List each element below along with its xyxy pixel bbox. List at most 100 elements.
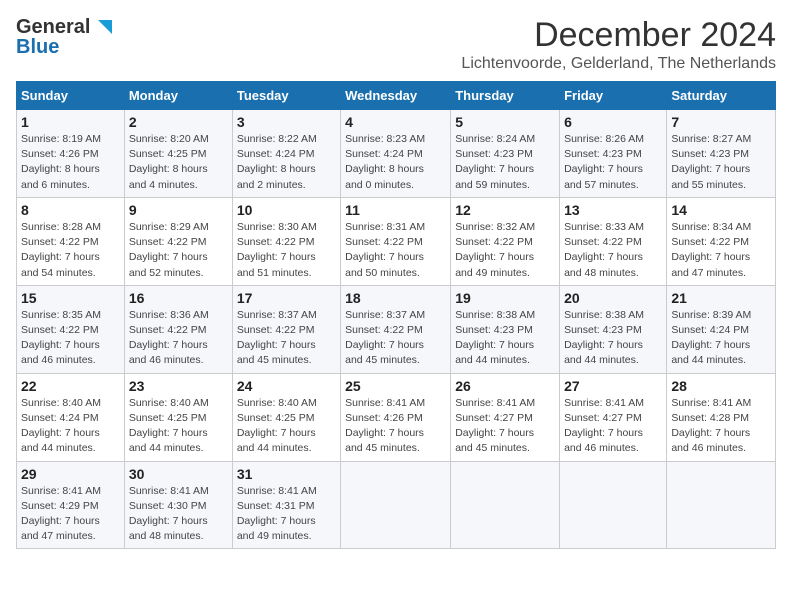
- day-detail: Sunrise: 8:36 AMSunset: 4:22 PMDaylight:…: [129, 308, 228, 369]
- calendar-week-row: 15 Sunrise: 8:35 AMSunset: 4:22 PMDayligh…: [17, 285, 776, 373]
- calendar-cell: 15 Sunrise: 8:35 AMSunset: 4:22 PMDayligh…: [17, 285, 125, 373]
- day-detail: Sunrise: 8:35 AMSunset: 4:22 PMDaylight:…: [21, 308, 120, 369]
- day-detail: Sunrise: 8:30 AMSunset: 4:22 PMDaylight:…: [237, 220, 336, 281]
- day-number: 27: [564, 378, 662, 394]
- day-number: 18: [345, 290, 446, 306]
- day-detail: Sunrise: 8:31 AMSunset: 4:22 PMDaylight:…: [345, 220, 446, 281]
- day-number: 2: [129, 114, 228, 130]
- day-header-friday: Friday: [560, 82, 667, 110]
- calendar-cell: 11 Sunrise: 8:31 AMSunset: 4:22 PMDayligh…: [341, 197, 451, 285]
- calendar-cell: 7 Sunrise: 8:27 AMSunset: 4:23 PMDaylight…: [667, 110, 776, 198]
- day-number: 19: [455, 290, 555, 306]
- calendar-cell: 17Sunrise: 8:37 AMSunset: 4:22 PMDayligh…: [232, 285, 340, 373]
- day-number: 16: [129, 290, 228, 306]
- day-number: 17: [237, 290, 336, 306]
- calendar-cell: 10 Sunrise: 8:30 AMSunset: 4:22 PMDayligh…: [232, 197, 340, 285]
- calendar-cell: 3Sunrise: 8:22 AMSunset: 4:24 PMDaylight…: [232, 110, 340, 198]
- calendar-cell: 20Sunrise: 8:38 AMSunset: 4:23 PMDayligh…: [560, 285, 667, 373]
- day-number: 11: [345, 202, 446, 218]
- day-detail: Sunrise: 8:23 AMSunset: 4:24 PMDaylight:…: [345, 132, 446, 193]
- logo-blue-text: Blue: [16, 36, 59, 59]
- day-number: 5: [455, 114, 555, 130]
- page-title: December 2024: [461, 16, 776, 55]
- day-detail: Sunrise: 8:37 AMSunset: 4:22 PMDaylight:…: [345, 308, 446, 369]
- day-detail: Sunrise: 8:39 AMSunset: 4:24 PMDaylight:…: [671, 308, 771, 369]
- calendar-cell: 27Sunrise: 8:41 AMSunset: 4:27 PMDayligh…: [560, 373, 667, 461]
- day-number: 10: [237, 202, 336, 218]
- calendar-cell: 26 Sunrise: 8:41 AMSunset: 4:27 PMDayligh…: [451, 373, 560, 461]
- day-number: 30: [129, 466, 228, 482]
- day-detail: Sunrise: 8:24 AMSunset: 4:23 PMDaylight:…: [455, 132, 555, 193]
- day-detail: Sunrise: 8:26 AMSunset: 4:23 PMDaylight:…: [564, 132, 662, 193]
- calendar-cell: 29 Sunrise: 8:41 AMSunset: 4:29 PMDayligh…: [17, 461, 125, 549]
- calendar-cell: 13 Sunrise: 8:33 AMSunset: 4:22 PMDayligh…: [560, 197, 667, 285]
- day-detail: Sunrise: 8:29 AMSunset: 4:22 PMDaylight:…: [129, 220, 228, 281]
- calendar-cell: 1 Sunrise: 8:19 AMSunset: 4:26 PMDaylight…: [17, 110, 125, 198]
- calendar-cell: 28 Sunrise: 8:41 AMSunset: 4:28 PMDayligh…: [667, 373, 776, 461]
- day-number: 20: [564, 290, 662, 306]
- day-number: 12: [455, 202, 555, 218]
- calendar-cell: [341, 461, 451, 549]
- day-detail: Sunrise: 8:20 AMSunset: 4:25 PMDaylight:…: [129, 132, 228, 193]
- calendar-cell: 22 Sunrise: 8:40 AMSunset: 4:24 PMDayligh…: [17, 373, 125, 461]
- day-number: 29: [21, 466, 120, 482]
- day-header-saturday: Saturday: [667, 82, 776, 110]
- day-number: 24: [237, 378, 336, 394]
- day-number: 15: [21, 290, 120, 306]
- day-detail: Sunrise: 8:41 AMSunset: 4:30 PMDaylight:…: [129, 484, 228, 545]
- day-header-thursday: Thursday: [451, 82, 560, 110]
- calendar-cell: 19 Sunrise: 8:38 AMSunset: 4:23 PMDayligh…: [451, 285, 560, 373]
- day-number: 23: [129, 378, 228, 394]
- title-area: December 2024 Lichtenvoorde, Gelderland,…: [461, 16, 776, 73]
- day-detail: Sunrise: 8:28 AMSunset: 4:22 PMDaylight:…: [21, 220, 120, 281]
- calendar-cell: 9Sunrise: 8:29 AMSunset: 4:22 PMDaylight…: [124, 197, 232, 285]
- day-number: 13: [564, 202, 662, 218]
- day-number: 4: [345, 114, 446, 130]
- day-header-sunday: Sunday: [17, 82, 125, 110]
- day-detail: Sunrise: 8:41 AMSunset: 4:28 PMDaylight:…: [671, 396, 771, 457]
- day-header-tuesday: Tuesday: [232, 82, 340, 110]
- day-number: 28: [671, 378, 771, 394]
- calendar-cell: 6Sunrise: 8:26 AMSunset: 4:23 PMDaylight…: [560, 110, 667, 198]
- calendar-body: 1 Sunrise: 8:19 AMSunset: 4:26 PMDaylight…: [17, 110, 776, 549]
- calendar-cell: 5 Sunrise: 8:24 AMSunset: 4:23 PMDaylight…: [451, 110, 560, 198]
- day-detail: Sunrise: 8:40 AMSunset: 4:24 PMDaylight:…: [21, 396, 120, 457]
- day-number: 22: [21, 378, 120, 394]
- calendar-cell: 4 Sunrise: 8:23 AMSunset: 4:24 PMDaylight…: [341, 110, 451, 198]
- calendar-cell: 12Sunrise: 8:32 AMSunset: 4:22 PMDayligh…: [451, 197, 560, 285]
- calendar-cell: 18 Sunrise: 8:37 AMSunset: 4:22 PMDayligh…: [341, 285, 451, 373]
- logo-text: General: [16, 17, 90, 37]
- calendar-cell: 2 Sunrise: 8:20 AMSunset: 4:25 PMDaylight…: [124, 110, 232, 198]
- day-number: 26: [455, 378, 555, 394]
- day-number: 31: [237, 466, 336, 482]
- calendar-cell: 21 Sunrise: 8:39 AMSunset: 4:24 PMDayligh…: [667, 285, 776, 373]
- calendar-table: SundayMondayTuesdayWednesdayThursdayFrid…: [16, 81, 776, 549]
- day-number: 14: [671, 202, 771, 218]
- day-number: 7: [671, 114, 771, 130]
- page-subtitle: Lichtenvoorde, Gelderland, The Netherlan…: [461, 55, 776, 73]
- day-detail: Sunrise: 8:19 AMSunset: 4:26 PMDaylight:…: [21, 132, 120, 193]
- day-detail: Sunrise: 8:40 AMSunset: 4:25 PMDaylight:…: [237, 396, 336, 457]
- calendar-cell: 31 Sunrise: 8:41 AMSunset: 4:31 PMDayligh…: [232, 461, 340, 549]
- day-detail: Sunrise: 8:27 AMSunset: 4:23 PMDaylight:…: [671, 132, 771, 193]
- calendar-header-row: SundayMondayTuesdayWednesdayThursdayFrid…: [17, 82, 776, 110]
- logo: General Blue: [16, 16, 106, 59]
- day-detail: Sunrise: 8:41 AMSunset: 4:27 PMDaylight:…: [455, 396, 555, 457]
- day-number: 21: [671, 290, 771, 306]
- calendar-cell: [667, 461, 776, 549]
- day-number: 8: [21, 202, 120, 218]
- calendar-week-row: 29 Sunrise: 8:41 AMSunset: 4:29 PMDayligh…: [17, 461, 776, 549]
- calendar-cell: 16 Sunrise: 8:36 AMSunset: 4:22 PMDayligh…: [124, 285, 232, 373]
- day-number: 1: [21, 114, 120, 130]
- day-number: 25: [345, 378, 446, 394]
- day-detail: Sunrise: 8:38 AMSunset: 4:23 PMDaylight:…: [455, 308, 555, 369]
- calendar-week-row: 22 Sunrise: 8:40 AMSunset: 4:24 PMDayligh…: [17, 373, 776, 461]
- day-detail: Sunrise: 8:34 AMSunset: 4:22 PMDaylight:…: [671, 220, 771, 281]
- calendar-cell: [451, 461, 560, 549]
- day-detail: Sunrise: 8:41 AMSunset: 4:31 PMDaylight:…: [237, 484, 336, 545]
- day-detail: Sunrise: 8:41 AMSunset: 4:29 PMDaylight:…: [21, 484, 120, 545]
- calendar-week-row: 1 Sunrise: 8:19 AMSunset: 4:26 PMDaylight…: [17, 110, 776, 198]
- day-header-wednesday: Wednesday: [341, 82, 451, 110]
- day-detail: Sunrise: 8:33 AMSunset: 4:22 PMDaylight:…: [564, 220, 662, 281]
- day-number: 3: [237, 114, 336, 130]
